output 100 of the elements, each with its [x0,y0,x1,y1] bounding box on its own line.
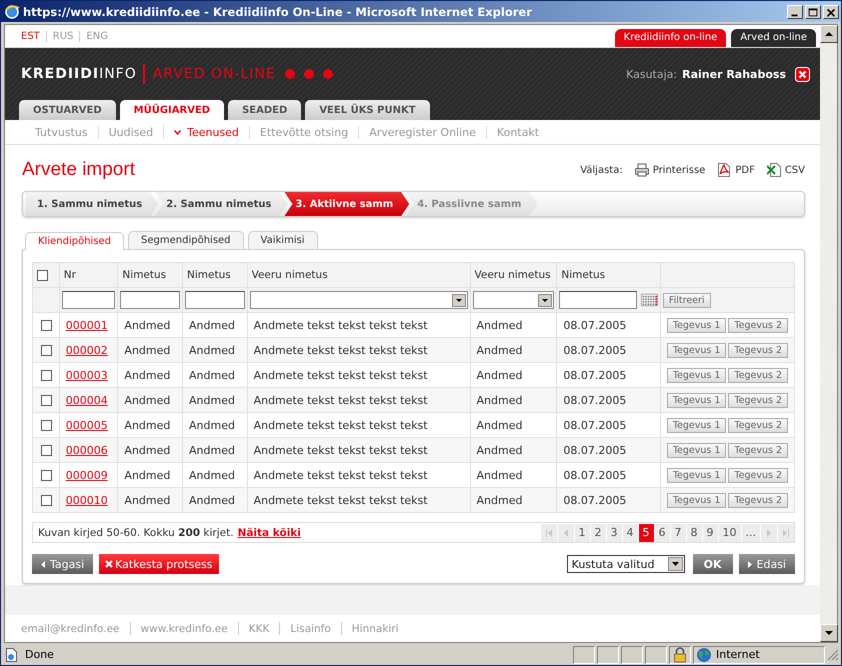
filter-dropdown[interactable] [472,291,554,309]
nav-link[interactable]: Teenused [174,126,239,139]
maximize-button[interactable] [805,4,821,18]
page-number[interactable]: 5 [638,524,654,542]
action-button[interactable]: Tegevus 2 [728,342,788,358]
table-cell: Andmed [470,338,557,362]
content-tab[interactable]: Segmendipõhised [128,231,244,249]
footer-link[interactable]: KKK [248,623,270,635]
page-number[interactable]: 7 [670,524,686,542]
content-tab[interactable]: Kliendipõhised [25,232,124,250]
next-button[interactable]: Edasi [738,554,795,574]
footer-link[interactable]: Hinnakiri [352,623,399,635]
action-button[interactable]: Tegevus 2 [728,418,788,432]
table-cell: Andmed [182,438,248,462]
status-pane [621,646,643,664]
page-number[interactable]: 3 [606,524,622,542]
checkbox[interactable] [41,344,52,356]
checkbox[interactable] [41,370,52,381]
action-button[interactable]: Tegevus 2 [728,392,788,408]
filter-field[interactable] [120,291,180,309]
action-button[interactable]: Tegevus 1 [666,492,726,508]
main-tab[interactable]: MÜÜGIARVED [120,100,224,120]
action-button[interactable]: Tegevus 2 [728,318,788,332]
step-item[interactable]: 2. Sammu nimetus [155,192,288,216]
nav-link[interactable]: Tutvustus [35,126,88,138]
close-button[interactable] [823,4,839,18]
page-number[interactable]: ... [742,524,760,542]
column-header: Nimetus [556,262,660,288]
calendar-icon[interactable] [640,292,658,308]
main-tab[interactable]: VEEL ÜKS PUNKT [305,100,430,120]
scroll-down-button[interactable] [820,624,838,642]
content-tab[interactable]: Vaikimisi [248,231,318,249]
checkbox[interactable] [41,394,52,406]
cancel-button[interactable]: Katkesta protsess [99,554,219,574]
filter-button[interactable]: Filtreeri [662,292,711,308]
action-button[interactable]: Tegevus 1 [666,368,726,382]
step-item[interactable]: 1. Sammu nimetus [26,192,158,216]
checkbox[interactable] [41,444,52,456]
back-button[interactable]: Tagasi [32,554,94,574]
bulk-action-dropdown[interactable]: Kustuta valitud [566,555,685,573]
footer-link[interactable]: www.kredinfo.ee [140,623,228,635]
checkbox[interactable] [41,470,52,481]
page-number[interactable]: 8 [686,524,702,542]
page-number[interactable]: 6 [654,524,670,542]
nav-link[interactable]: Uudised [108,126,154,138]
page-number[interactable]: 1 [574,524,590,542]
export-link[interactable]: PDF [735,164,755,176]
action-button[interactable]: Tegevus 2 [728,368,788,382]
checkbox[interactable] [41,494,52,506]
scroll-up-button[interactable] [820,25,838,43]
printer-icon[interactable] [634,163,649,177]
show-all-link[interactable]: Näita kõiki [238,526,301,538]
window-title: https://www.krediidiinfo.ee - Krediidiinfo On-Line - Microsoft Internet Explorer [23,4,533,18]
checkbox[interactable] [41,420,52,431]
logout-icon[interactable] [795,66,810,82]
ok-button[interactable]: OK [692,554,733,574]
nav-link[interactable]: Kontakt [496,126,540,138]
action-button[interactable]: Tegevus 1 [666,418,726,432]
column-header: Nimetus [182,262,248,288]
site-tab[interactable]: Arved on-line [731,29,816,47]
action-button[interactable]: Tegevus 1 [666,468,726,482]
minimize-button[interactable] [787,4,803,18]
cross-icon [105,560,114,568]
table-cell: Andmed [470,488,557,512]
action-button[interactable]: Tegevus 2 [728,492,788,508]
date-field[interactable] [559,291,637,309]
step-item[interactable]: 3. Aktiivne samm [284,192,410,216]
checkbox[interactable] [37,270,48,281]
export-link[interactable]: CSV [784,164,805,176]
scrollbar[interactable] [820,25,837,642]
language-link[interactable]: ENG [79,30,114,42]
footer-link[interactable]: Lisainfo [290,623,331,635]
filter-field[interactable] [62,291,116,309]
filter-dropdown[interactable] [250,291,468,309]
language-link[interactable]: EST [19,30,46,42]
main-tab[interactable]: SEADED [228,100,302,120]
page-number[interactable]: 10 [718,524,740,542]
export-link[interactable]: Printerisse [652,164,706,176]
action-button[interactable]: Tegevus 1 [666,342,726,358]
action-button[interactable]: Tegevus 1 [666,318,726,332]
pdf-file-icon[interactable] [717,163,732,177]
checkbox[interactable] [41,320,52,331]
nav-link[interactable]: Arveregister Online [369,126,476,138]
page-number[interactable]: 9 [702,524,718,542]
page-number[interactable]: 4 [622,524,638,542]
action-button[interactable]: Tegevus 1 [666,442,726,458]
language-link[interactable]: RUS [46,30,80,42]
footer-link[interactable]: email@kredinfo.ee [21,623,120,635]
spreadsheet-file-icon[interactable] [766,163,781,177]
main-tab[interactable]: OSTUARVED [19,100,116,120]
action-button[interactable]: Tegevus 2 [728,442,788,458]
site-tab[interactable]: Krediidiinfo on-line [614,29,726,47]
filter-field[interactable] [185,291,245,309]
resize-grip-icon[interactable] [827,648,839,660]
action-button[interactable]: Tegevus 1 [666,392,726,408]
page-number[interactable]: 2 [590,524,606,542]
nav-link[interactable]: Ettevõtte otsing [260,126,348,138]
status-pane [645,646,667,664]
brand-logo: KREDIIDIINFO [21,64,145,84]
action-button[interactable]: Tegevus 2 [728,468,788,482]
